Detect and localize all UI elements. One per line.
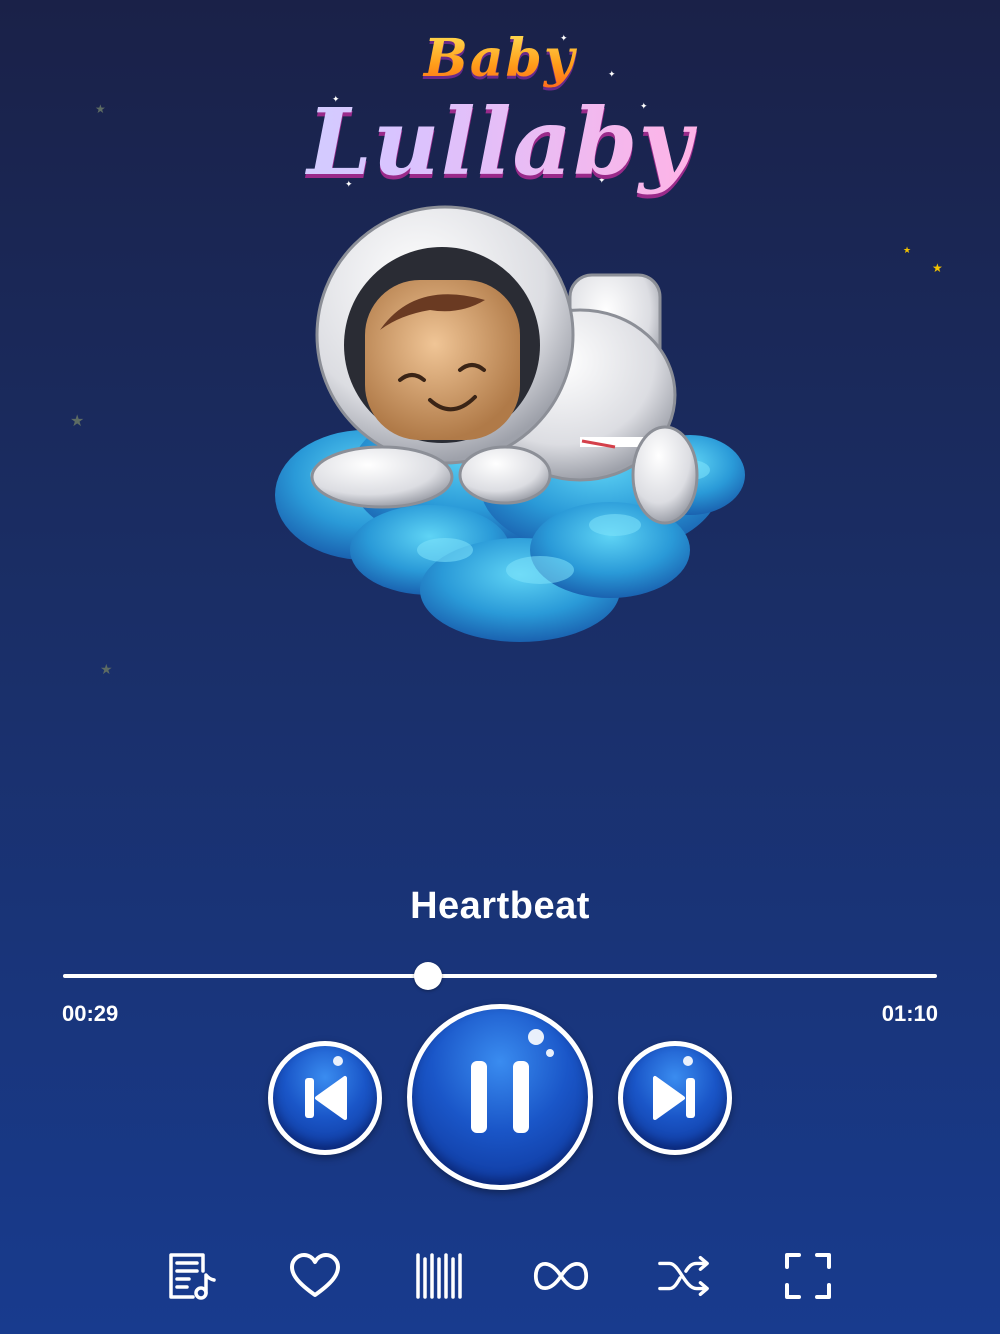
star-icon: ★ (100, 661, 113, 677)
gloss-highlight (528, 1029, 544, 1045)
track-title: Heartbeat (410, 885, 590, 927)
repeat-loop-button[interactable] (533, 1248, 589, 1304)
playlist-button[interactable] (162, 1248, 218, 1304)
progress-slider-track[interactable] (63, 974, 937, 978)
app-logo-lullaby: Lullaby (0, 88, 1000, 196)
favorite-button[interactable] (287, 1248, 343, 1304)
star-icon: ★ (903, 245, 912, 255)
progress-slider-thumb[interactable] (414, 962, 443, 990)
gloss-highlight (683, 1056, 693, 1066)
infinity-loop-icon (533, 1261, 589, 1291)
shuffle-button[interactable] (656, 1248, 712, 1304)
star-icon: ★ (932, 261, 943, 275)
fullscreen-icon (785, 1253, 831, 1299)
shuffle-icon (658, 1255, 709, 1297)
heart-icon (290, 1253, 340, 1297)
previous-track-button[interactable] (268, 1041, 382, 1155)
sleep-timer-button[interactable] (410, 1248, 466, 1304)
app-logo-baby: Baby (0, 28, 1000, 89)
skip-next-icon (653, 1076, 695, 1120)
sleeping-astronaut-illustration: z (275, 205, 745, 642)
play-pause-button[interactable] (407, 1004, 593, 1190)
gloss-highlight (333, 1056, 343, 1066)
elapsed-time: 00:29 (62, 1001, 119, 1026)
gloss-highlight (546, 1049, 554, 1057)
playlist-icon (169, 1253, 216, 1300)
fullscreen-button[interactable] (780, 1248, 836, 1304)
barcode-timer-icon (416, 1253, 462, 1299)
skip-previous-icon (305, 1076, 347, 1120)
star-icon: ★ (70, 413, 85, 430)
total-duration: 01:10 (881, 1001, 938, 1026)
next-track-button[interactable] (618, 1041, 732, 1155)
pause-icon (471, 1061, 529, 1133)
